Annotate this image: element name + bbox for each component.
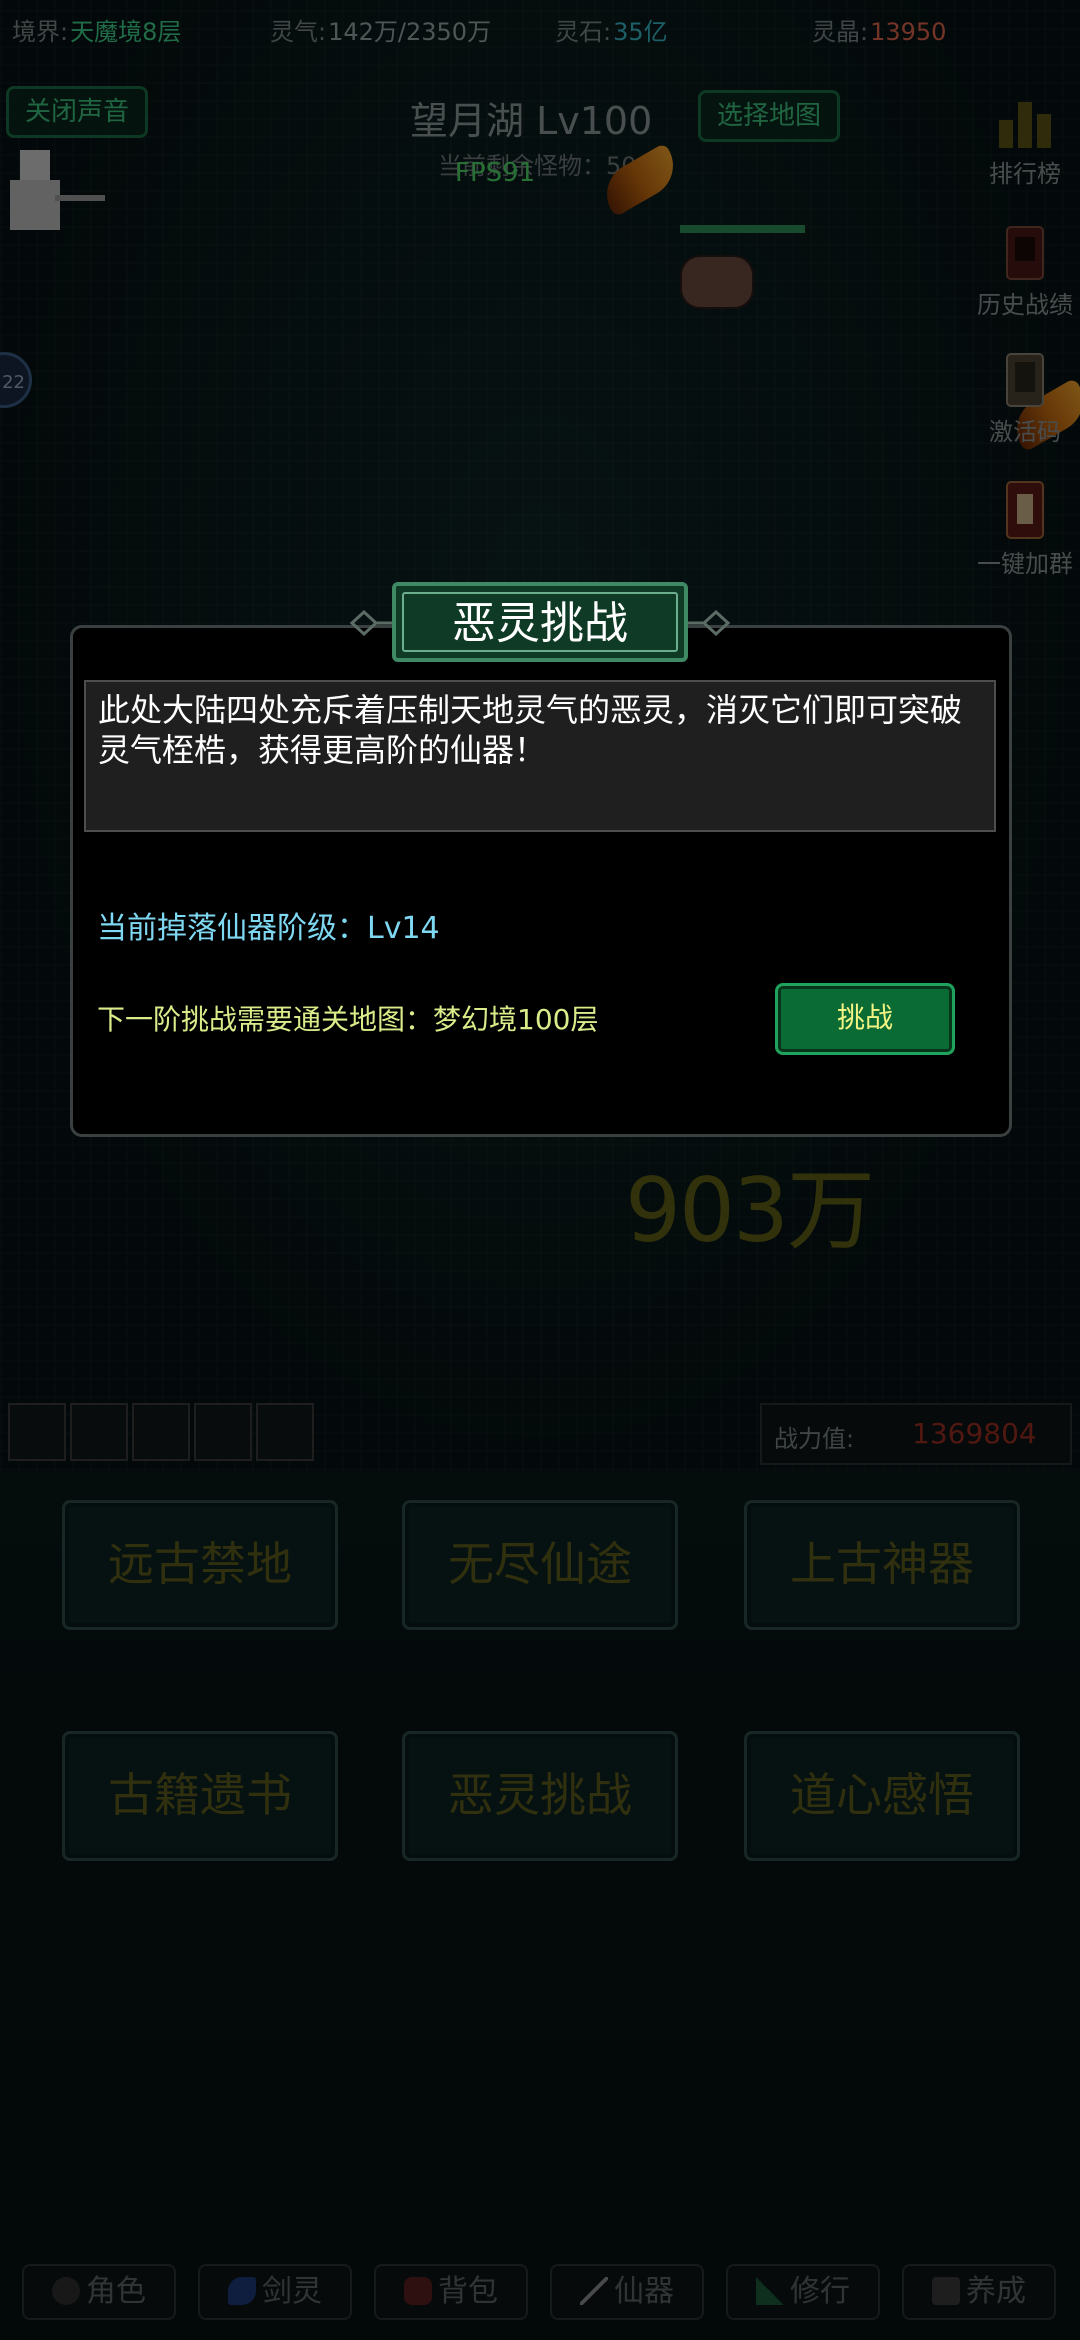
challenge-button[interactable]: 挑战	[775, 983, 955, 1055]
next-requirement: 下一阶挑战需要通关地图：梦幻境100层	[97, 1003, 599, 1036]
dialog-title: 恶灵挑战	[452, 598, 628, 649]
modal-backdrop[interactable]	[0, 0, 1080, 2340]
dialog-title-plate: 恶灵挑战	[392, 582, 688, 662]
title-ornament-right-icon	[686, 610, 730, 636]
title-ornament-left-icon	[350, 610, 394, 636]
dialog-description: 此处大陆四处充斥着压制天地灵气的恶灵，消灭它们即可突破灵气桎梏，获得更高阶的仙器…	[84, 680, 996, 832]
current-drop-level: 当前掉落仙器阶级：Lv14	[97, 911, 440, 946]
